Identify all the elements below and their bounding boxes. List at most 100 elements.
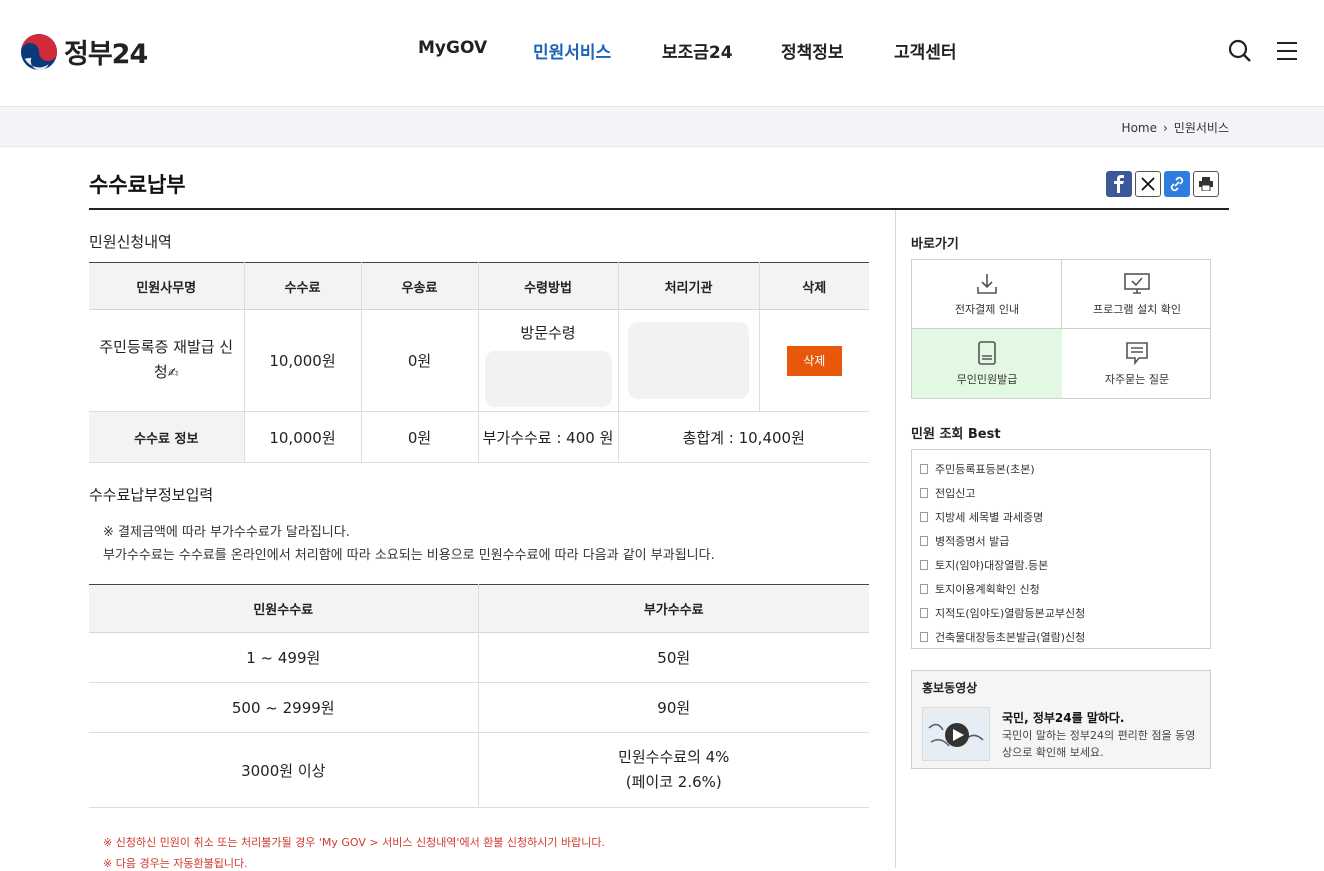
table-row: 주민등록증 재발급 신청✍ 10,000원 0원 방문수령 삭제: [89, 309, 869, 412]
col-header-receipt: 수령방법: [477, 262, 618, 310]
breadcrumb-bar: Home › 민원서비스: [0, 106, 1324, 147]
list-item[interactable]: 주민등록표등본(초본): [912, 457, 1210, 481]
list-item[interactable]: 병적증명서 발급: [912, 529, 1210, 553]
breadcrumb-home[interactable]: Home: [1122, 121, 1157, 135]
extra-fee-cell: 민원수수료의 4% (페이코 2.6%): [477, 732, 869, 808]
monitor-check-icon: [1124, 273, 1150, 294]
list-item[interactable]: 전입신고: [912, 481, 1210, 505]
refund-note: ※ 신청하신 민원이 취소 또는 처리불가될 경우 'My GOV > 서비스 …: [103, 836, 606, 849]
fee-note-2: 부가수수료는 수수료를 온라인에서 처리함에 따라 소요되는 비용으로 민원수수…: [103, 548, 715, 563]
link-icon[interactable]: [1164, 171, 1190, 197]
extra-fee-table: 민원수수료 부가수수료 1 ~ 499원 50원 500 ~ 2999원 90원…: [89, 584, 869, 808]
facebook-icon[interactable]: [1106, 171, 1132, 197]
table-row: 500 ~ 2999원 90원: [89, 682, 869, 733]
payment-section-title: 수수료납부정보입력: [89, 486, 214, 504]
list-item[interactable]: 토지(임야)대장열람.등본: [912, 553, 1210, 577]
col-header-extra-fee: 부가수수료: [477, 584, 869, 633]
search-icon[interactable]: [1227, 38, 1253, 64]
sidebar-divider: [895, 210, 896, 868]
x-icon[interactable]: [1135, 171, 1161, 197]
print-icon[interactable]: [1193, 171, 1219, 197]
nav-mygov[interactable]: MyGOV: [418, 38, 487, 58]
shortcut-program-check[interactable]: 프로그램 설치 확인: [1062, 260, 1212, 329]
document-icon: [920, 464, 928, 474]
service-name: 주민등록증 재발급 신청: [99, 338, 234, 381]
list-item-label: 전입신고: [935, 487, 976, 500]
fee-info-total: 총합계 : 10,400원: [617, 411, 869, 463]
main-nav: MyGOV 민원서비스 보조금24 정책정보 고객센터: [0, 38, 1324, 66]
col-header-fee: 수수료: [243, 262, 361, 310]
download-icon: [977, 274, 997, 294]
list-item[interactable]: 토지이용계획확인 신청: [912, 577, 1210, 601]
promo-description: 국민이 말하는 정부24의 편리한 점을 동영상으로 확인해 보세요.: [1002, 729, 1196, 759]
receipt-option-placeholder[interactable]: [484, 351, 612, 407]
list-item[interactable]: 지방세 세목별 과세증명: [912, 505, 1210, 529]
shortcut-epayment[interactable]: 전자결제 인내: [912, 260, 1062, 329]
request-section-title: 민원신청내역: [89, 233, 172, 251]
receipt-method-cell: 방문수령: [477, 309, 618, 412]
breadcrumb-current[interactable]: 민원서비스: [1174, 119, 1229, 136]
shortcut-title: 바로가기: [911, 237, 959, 252]
fee-info-label: 수수료 정보: [89, 411, 244, 463]
civil-fee-cell: 1 ~ 499원: [89, 632, 478, 683]
list-item-label: 지적도(임야도)열람등본교부신청: [935, 607, 1086, 620]
shortcut-label: 프로그램 설치 확인: [1093, 303, 1181, 316]
col-header-civil-fee: 민원수수료: [89, 584, 478, 633]
document-icon: [920, 560, 928, 570]
col-header-agency: 처리기관: [617, 262, 759, 310]
menu-icon[interactable]: [1275, 38, 1301, 64]
nav-customer-center[interactable]: 고객센터: [894, 38, 957, 63]
extra-fee-cell: 90원: [477, 682, 869, 733]
site-header: 정부24 MyGOV 민원서비스 보조금24 정책정보 고객센터: [0, 0, 1324, 106]
title-divider: [89, 208, 1229, 210]
document-icon: [920, 632, 928, 642]
col-header-postage: 우송료: [360, 262, 478, 310]
chevron-right-icon: ›: [1162, 120, 1168, 135]
speech-bubble-icon: [1126, 342, 1148, 366]
receipt-method: 방문수령: [520, 324, 576, 342]
agency-placeholder: [628, 322, 749, 399]
breadcrumb: Home › 민원서비스: [1122, 119, 1229, 136]
shortcut-grid: 전자결제 인내 프로그램 설치 확인 무인민원발급 자주묻는 질문: [911, 259, 1211, 399]
table-header-row: 민원수수료 부가수수료: [89, 584, 869, 633]
extra-fee-line-1: 민원수수료의 4%: [618, 748, 730, 766]
shortcut-label: 무인민원발급: [956, 373, 1018, 386]
list-item-label: 병적증명서 발급: [935, 535, 1010, 548]
shortcut-label: 전자결제 인내: [954, 303, 1020, 316]
shortcut-label: 자주묻는 질문: [1104, 373, 1170, 386]
fee-info-postage: 0원: [360, 411, 478, 463]
col-header-delete: 삭제: [758, 262, 869, 310]
list-item-label: 건축물대장등초본발급(열람)신청: [935, 631, 1086, 644]
edit-icon[interactable]: ✍: [168, 366, 179, 381]
list-item[interactable]: 지적도(임야도)열람등본교부신청: [912, 601, 1210, 625]
table-row: 1 ~ 499원 50원: [89, 632, 869, 683]
promo-video-box: 홍보동영상 국민, 정부24를 말하다. 국민이 말하는 정부24의 편리한 점…: [911, 670, 1211, 769]
agency-cell: [617, 309, 759, 412]
service-name-cell: 주민등록증 재발급 신청✍: [89, 309, 244, 412]
delete-button[interactable]: 삭제: [786, 345, 842, 376]
table-header-row: 민원사무명 수수료 우송료 수령방법 처리기관 삭제: [89, 262, 869, 310]
promo-headline[interactable]: 국민, 정부24를 말하다.: [1002, 709, 1125, 726]
list-item-label: 지방세 세목별 과세증명: [935, 511, 1044, 524]
civil-fee-cell: 3000원 이상: [89, 732, 478, 808]
extra-fee-cell: 50원: [477, 632, 869, 683]
nav-policy-info[interactable]: 정책정보: [781, 38, 844, 63]
nav-civil-service[interactable]: 민원서비스: [533, 38, 611, 63]
shortcut-faq[interactable]: 자주묻는 질문: [1062, 329, 1212, 398]
promo-video-thumbnail[interactable]: [922, 707, 990, 761]
request-table: 민원사무명 수수료 우송료 수령방법 처리기관 삭제 주민등록증 재발급 신청✍…: [89, 262, 869, 463]
table-row: 3000원 이상 민원수수료의 4% (페이코 2.6%): [89, 732, 869, 808]
kiosk-icon: [978, 341, 996, 365]
list-item-label: 토지(임야)대장열람.등본: [935, 559, 1049, 572]
list-item[interactable]: 건축물대장등초본발급(열람)신청: [912, 625, 1210, 649]
extra-fee-line-2: (페이코 2.6%): [625, 773, 722, 791]
fee-note-1: ※ 결제금액에 따라 부가수수료가 달라집니다.: [103, 525, 350, 540]
fee-info-fee: 10,000원: [243, 411, 361, 463]
document-icon: [920, 488, 928, 498]
delete-cell: 삭제: [758, 309, 869, 412]
shortcut-kiosk[interactable]: 무인민원발급: [912, 329, 1062, 398]
fee-info-extra: 부가수수료 : 400 원: [477, 411, 618, 463]
play-icon: [928, 723, 984, 747]
nav-subsidy24[interactable]: 보조금24: [662, 38, 733, 63]
best-list: 주민등록표등본(초본) 전입신고 지방세 세목별 과세증명 병적증명서 발급 토…: [911, 449, 1211, 649]
